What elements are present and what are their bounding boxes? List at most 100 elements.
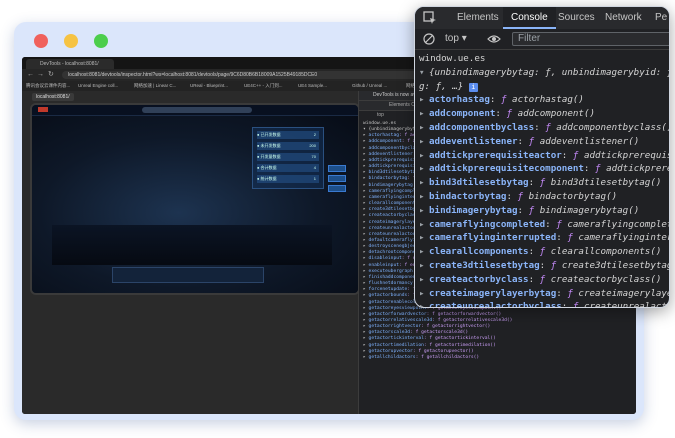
bookmark-item[interactable]: 腾讯会议云课件内容...: [26, 83, 70, 89]
property-row[interactable]: ▸ createimagerylayerbytag: ƒ createimager…: [419, 287, 669, 301]
expand-triangle-icon[interactable]: ▾: [419, 66, 429, 80]
function-signature: addtickprerequisiteactor(): [583, 149, 669, 161]
expand-arrow-icon[interactable]: ▸: [419, 204, 429, 218]
expand-arrow-icon[interactable]: ▸: [419, 245, 429, 259]
stats-value: 1: [313, 176, 316, 181]
bookmark-item[interactable]: Unreal Engine coll...: [78, 83, 118, 89]
bookmark-item[interactable]: Github / Unreal ...: [352, 83, 387, 89]
console-line: ▸ getallchildactors: f getallchildactors…: [363, 354, 480, 360]
expand-arrow-icon[interactable]: ▸: [419, 176, 429, 190]
property-key: clearallcomponents: [429, 246, 529, 258]
property-row[interactable]: ▸ addeventlistener: ƒ addeventlistener(): [419, 135, 669, 149]
forward-icon[interactable]: →: [37, 71, 44, 79]
bookmark-item[interactable]: 网络加速 | Linear C...: [134, 83, 176, 89]
property-key: cameraflyingcompleted: [429, 218, 546, 230]
property-row[interactable]: ▸ addcomponent: ƒ addcomponent(): [419, 107, 669, 121]
stats-panel: ● 已开发数据 2 ● 未开发数据 200 ● 开发量数据 70 ● 合计数据 4 ● …: [252, 127, 324, 189]
function-symbol: ƒ: [556, 218, 562, 230]
expand-arrow-icon[interactable]: ▸: [419, 287, 429, 301]
expand-arrow-icon[interactable]: ▸: [419, 259, 429, 273]
expand-arrow-icon[interactable]: ▸: [419, 162, 429, 176]
expand-arrow-icon[interactable]: ▸: [419, 300, 429, 307]
function-symbol: ƒ: [517, 190, 524, 202]
tab-title: DevTools - localhost:8081/: [40, 61, 99, 67]
property-row[interactable]: ▸ addtickprerequisitecomponent: ƒ addtick…: [419, 162, 669, 176]
maximize-dot[interactable]: [94, 34, 108, 48]
console-toolbar: top ▾ Filter: [415, 29, 669, 50]
function-symbol: ƒ: [528, 204, 535, 216]
eye-icon[interactable]: [487, 34, 501, 44]
function-signature: bind3dtilesetbytag(): [550, 177, 662, 189]
property-row[interactable]: ▸ cameraflyingcompleted: ƒ cameraflyingco…: [419, 218, 669, 232]
bookmark-item[interactable]: UReal - Blueprint...: [190, 83, 228, 89]
expand-arrow-icon[interactable]: ▸: [419, 273, 429, 287]
property-key: bind3dtilesetbytag: [429, 177, 529, 189]
property-key: actorhastag: [429, 94, 490, 106]
property-row[interactable]: ▸ create3dtilesetbytag: ƒ create3dtileset…: [419, 259, 669, 273]
info-icon[interactable]: i: [468, 82, 478, 92]
stats-row: ● 开发量数据 70: [257, 153, 319, 161]
property-row[interactable]: ▸ actorhastag: ƒ actorhastag(): [419, 93, 669, 107]
function-signature: addcomponentbyclass(): [556, 121, 670, 133]
filter-input[interactable]: Filter: [512, 32, 669, 46]
stats-row: ● 未开发数据 200: [257, 142, 319, 150]
chevron-down-icon: ▾: [461, 33, 467, 44]
reload-icon[interactable]: ↻: [48, 71, 54, 79]
function-signature: createimagerylayerby: [578, 287, 669, 299]
function-symbol: ƒ: [567, 287, 573, 299]
property-key: addtickprerequisitecomponent: [429, 163, 584, 175]
property-row[interactable]: ▸ cameraflyinginterrupted: ƒ cameraflying…: [419, 231, 669, 245]
logo-icon: [38, 107, 48, 112]
function-signature: actorhastag(): [512, 94, 584, 106]
scene-button[interactable]: [328, 165, 346, 172]
property-row[interactable]: ▸ createactorbyclass: ƒ createactorbyclas…: [419, 273, 669, 287]
clear-console-icon[interactable]: [423, 33, 435, 45]
scene-button[interactable]: [328, 175, 346, 182]
close-dot[interactable]: [34, 34, 48, 48]
stats-label: ● 统计数据: [257, 176, 277, 181]
property-key: cameraflyinginterrupted: [429, 232, 557, 244]
property-row[interactable]: ▸ createunrealactorbyclass: ƒ createunrea…: [419, 300, 669, 308]
tab-network[interactable]: Network: [605, 7, 642, 29]
context-selector[interactable]: top ▾: [445, 32, 467, 46]
property-row[interactable]: ▸ clearallcomponents: ƒ clearallcomponent…: [419, 245, 669, 259]
tab-performance[interactable]: Pe: [655, 7, 667, 29]
back-icon[interactable]: ←: [27, 71, 34, 79]
minimize-dot[interactable]: [64, 34, 78, 48]
browser-tab[interactable]: DevTools - localhost:8081/: [26, 59, 114, 69]
scene-button[interactable]: [328, 185, 346, 192]
property-row[interactable]: ▸ addcomponentbyclass: ƒ addcomponentbycl…: [419, 121, 670, 135]
function-symbol: ƒ: [572, 149, 579, 161]
function-signature: addcomponent(): [517, 108, 596, 120]
expand-arrow-icon[interactable]: ▸: [419, 231, 429, 245]
expand-arrow-icon[interactable]: ▸: [419, 121, 429, 135]
inspect-element-icon[interactable]: [423, 11, 437, 25]
tab-elements[interactable]: Elements: [457, 7, 499, 29]
function-symbol: ƒ: [572, 301, 579, 308]
blurred-title: [142, 107, 252, 113]
expand-arrow-icon[interactable]: ▸: [419, 149, 429, 163]
function-symbol: ƒ: [567, 232, 573, 244]
tab-console[interactable]: Console: [503, 7, 556, 29]
expand-arrow-icon[interactable]: ▸: [419, 218, 429, 232]
bookmark-item[interactable]: UE4 Sample...: [298, 83, 327, 89]
3d-scene-view[interactable]: ● 已开发数据 2 ● 未开发数据 200 ● 开发量数据 70 ● 合计数据 4 ● …: [30, 103, 360, 295]
function-signature: create3dtilesetbytag(): [561, 259, 669, 271]
expand-arrow-icon[interactable]: ▸: [419, 135, 429, 149]
property-row[interactable]: ▸ addtickprerequisiteactor: ƒ addtickprer…: [419, 149, 669, 163]
property-row[interactable]: ▸ bindactorbytag: ƒ bindactorbytag(): [419, 190, 669, 204]
bookmark-item[interactable]: UE4C++ - 入门到...: [244, 83, 283, 89]
context-selector[interactable]: top: [377, 112, 384, 118]
object-summary[interactable]: ▾ {unbindimagerybytag: ƒ, unbindimageryby…: [419, 66, 669, 80]
property-key: createunrealactorbyclass: [429, 301, 562, 308]
property-row[interactable]: ▸ bindimagerybytag: ƒ bindimagerybytag(): [419, 204, 669, 218]
expand-arrow-icon[interactable]: ▸: [419, 190, 429, 204]
expand-arrow-icon[interactable]: ▸: [419, 93, 429, 107]
function-symbol: ƒ: [539, 177, 546, 189]
tab-sources[interactable]: Sources: [558, 7, 595, 29]
expand-arrow-icon[interactable]: ▸: [419, 107, 429, 121]
function-symbol: ƒ: [594, 163, 601, 175]
bottom-tray: [112, 267, 264, 283]
property-row[interactable]: ▸ bind3dtilesetbytag: ƒ bind3dtilesetbyta…: [419, 176, 669, 190]
property-key: addeventlistener: [429, 135, 518, 147]
